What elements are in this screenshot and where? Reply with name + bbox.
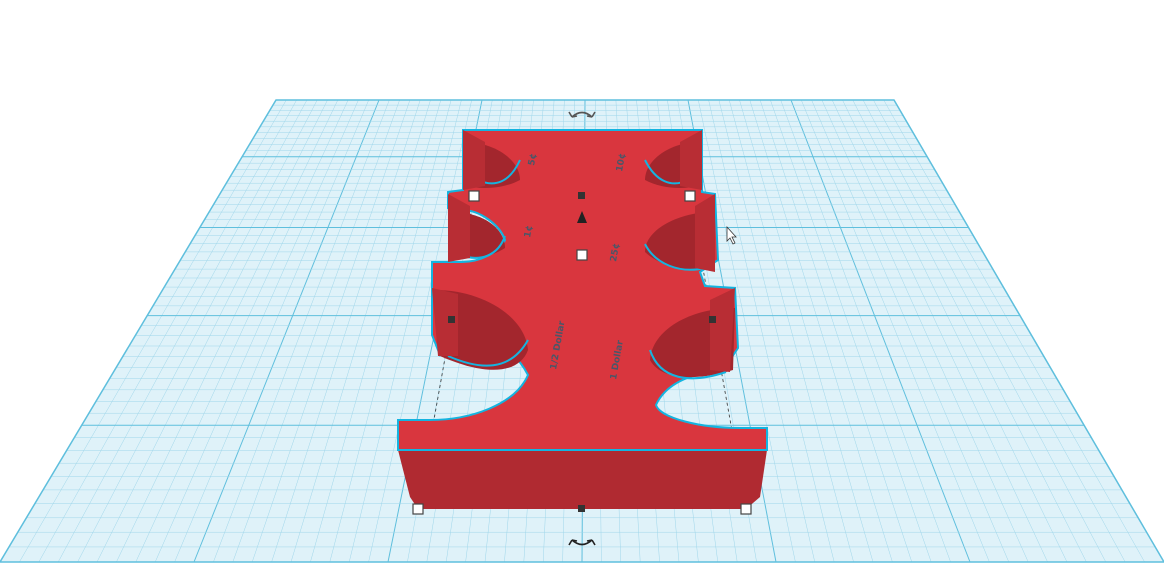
corner-handle[interactable] (468, 190, 480, 202)
edge-handle[interactable] (578, 505, 585, 512)
edge-handle[interactable] (578, 192, 585, 199)
3d-viewport[interactable]: 5¢ 10¢ 1¢ 25¢ 1 Dollar 1/2 Dollar (0, 0, 1164, 578)
edge-handle[interactable] (448, 316, 455, 323)
corner-handle[interactable] (740, 503, 752, 515)
corner-handle[interactable] (412, 503, 424, 515)
height-handle[interactable] (576, 249, 588, 261)
front-face (398, 450, 767, 509)
corner-handle[interactable] (684, 190, 696, 202)
edge-handle[interactable] (709, 316, 716, 323)
